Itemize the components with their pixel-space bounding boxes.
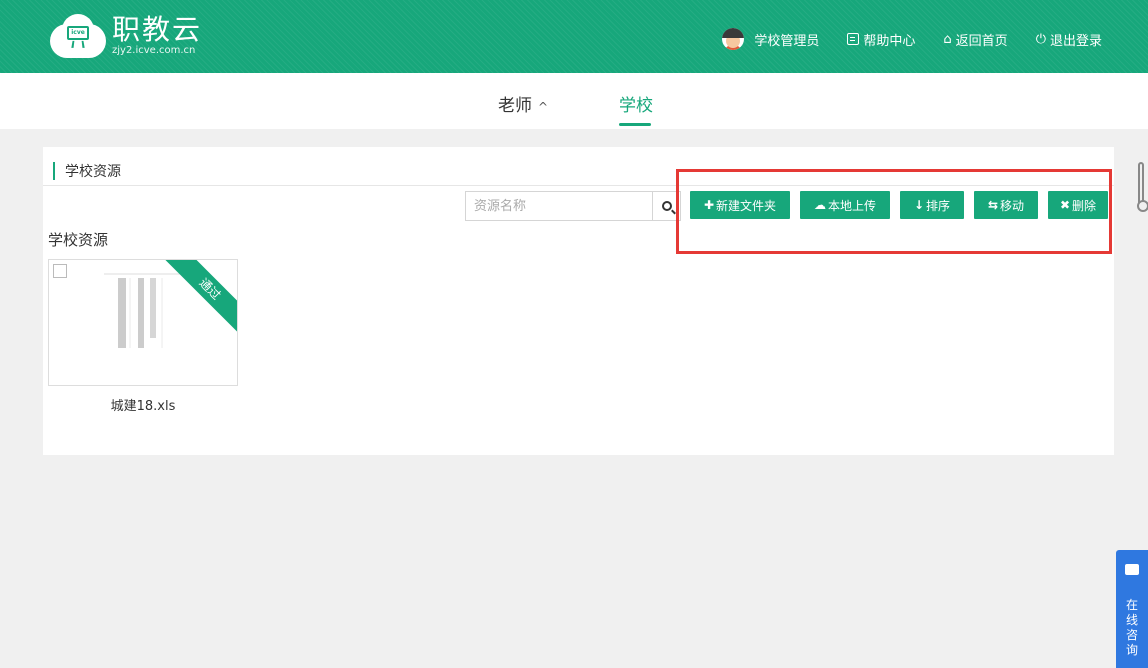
consult-label: 在线咨询 [1125,598,1138,657]
thermometer-icon[interactable] [1137,162,1148,212]
user-menu[interactable]: 学校管理员 [722,28,819,50]
panel-header: 学校资源 [53,161,121,181]
cloud-logo-icon: icve [50,12,106,60]
search-box [465,191,681,221]
logo-badge: icve [67,26,89,40]
power-icon: ⏻ [1035,31,1046,47]
tab-school[interactable]: 学校 [619,91,653,116]
search-icon [661,201,672,211]
chat-icon [1125,559,1139,575]
tab-teacher[interactable]: 老师 ^ [498,91,548,116]
home-label: 返回首页 [955,33,1008,49]
panel-title: 学校资源 [65,164,121,180]
header-accent-bar [53,162,55,180]
site-logo[interactable]: icve 职教云 zjy2.icve.com.cn [50,12,202,60]
help-label: 帮助中心 [863,33,916,49]
search-input[interactable] [466,192,652,220]
tab-teacher-label: 老师 [498,96,532,116]
logo-title: 职教云 [112,13,203,46]
section-title: 学校资源 [48,231,109,249]
user-name: 学校管理员 [754,33,820,49]
file-checkbox[interactable] [53,264,67,278]
header-nav: 学校管理员 帮助中心 ⌂ 返回首页 ⏻ 退出登录 [722,28,1102,50]
top-header: icve 职教云 zjy2.icve.com.cn 学校管理员 帮助中心 ⌂ 返… [0,0,1148,73]
online-consult-button[interactable]: 在线咨询 [1116,550,1148,668]
home-icon: ⌂ [943,31,952,47]
home-link[interactable]: ⌂ 返回首页 [943,30,1007,49]
chevron-up-icon: ^ [538,100,549,114]
logo-subtitle: zjy2.icve.com.cn [112,45,196,56]
logout-label: 退出登录 [1049,33,1102,49]
book-icon [847,33,860,45]
avatar [722,28,745,50]
tab-school-label: 学校 [619,96,653,116]
file-card[interactable]: 通过 [48,259,238,386]
file-name[interactable]: 城建18.xls [48,395,238,414]
active-tab-indicator [619,123,651,126]
role-tabs: 老师 ^ 学校 [0,73,1148,129]
highlight-box [676,169,1112,254]
help-link[interactable]: 帮助中心 [847,30,915,49]
logout-link[interactable]: ⏻ 退出登录 [1036,30,1102,49]
spreadsheet-thumbnail-icon [104,273,184,348]
